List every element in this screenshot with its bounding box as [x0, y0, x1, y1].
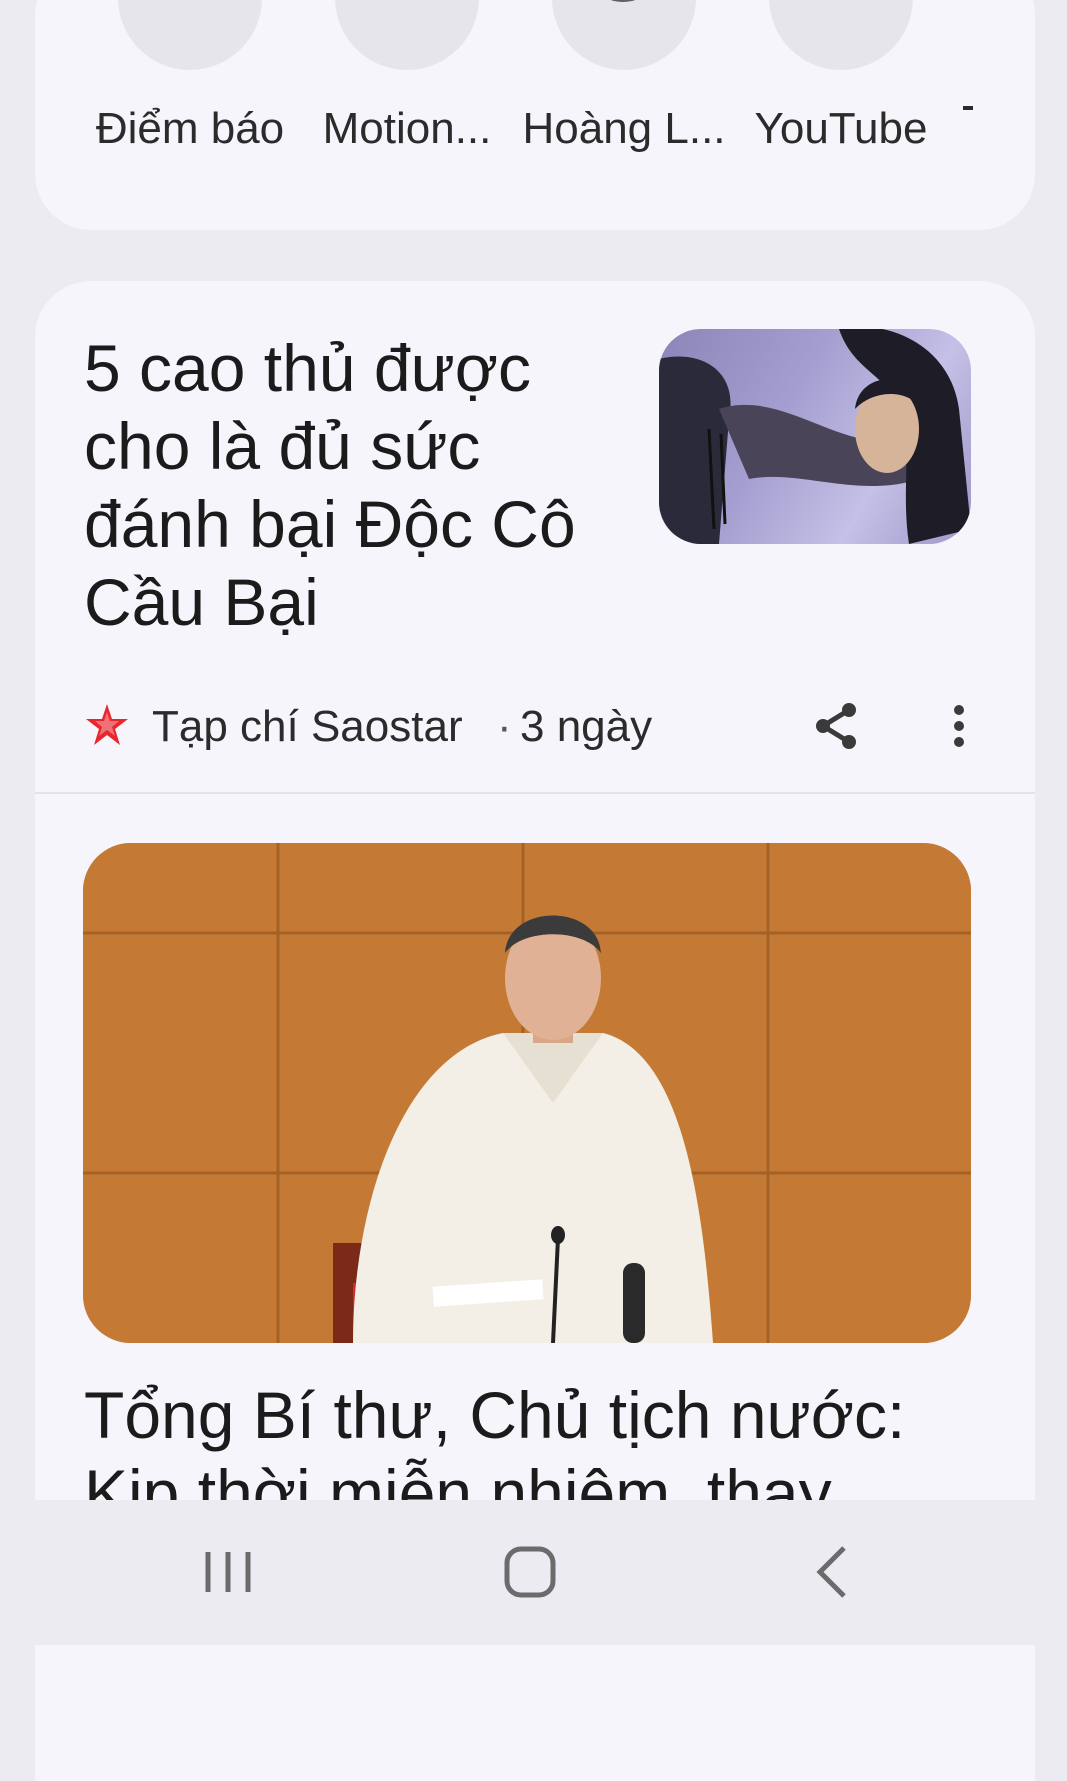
- article-thumbnail[interactable]: [659, 329, 971, 544]
- shortcut-label: Điểm báo: [95, 104, 285, 153]
- back-icon[interactable]: [792, 1542, 872, 1602]
- red-star-icon: [86, 704, 128, 745]
- share-icon[interactable]: [807, 696, 867, 756]
- more-options-icon[interactable]: [939, 696, 979, 756]
- shortcut-partial-edge: [963, 106, 973, 110]
- article-title[interactable]: 5 cao thủ được cho là đủ sức đánh bại Độ…: [84, 329, 614, 641]
- shortcut-icon-circle: [118, 0, 262, 70]
- shortcut-icon-circle: [335, 0, 479, 70]
- home-icon[interactable]: [490, 1542, 570, 1602]
- f-letter-icon: F: [584, 0, 662, 2]
- shortcut-label: Hoàng L...: [522, 104, 726, 153]
- article-age: 3 ngày: [520, 702, 653, 751]
- article-hero-image[interactable]: [83, 843, 971, 1343]
- thumbnail-illustration: [659, 329, 971, 544]
- recents-icon[interactable]: [188, 1542, 268, 1602]
- divider: [35, 792, 1035, 794]
- meta-separator: ·: [497, 702, 512, 751]
- shortcuts-card: Điểm báo Motion... F Hoàng L... YouTube: [35, 0, 1035, 230]
- system-navigation-bar: [0, 1500, 1067, 1645]
- shortcut-label: Motion...: [322, 104, 492, 153]
- hero-illustration: [83, 843, 971, 1343]
- article-meta: Tạp chí Saostar · 3 ngày: [84, 696, 984, 756]
- shortcut-label: YouTube: [754, 104, 928, 153]
- shortcut-icon-circle: [769, 0, 913, 70]
- source-name[interactable]: Tạp chí Saostar: [152, 702, 463, 752]
- shortcut-icon-circle: F: [552, 0, 696, 70]
